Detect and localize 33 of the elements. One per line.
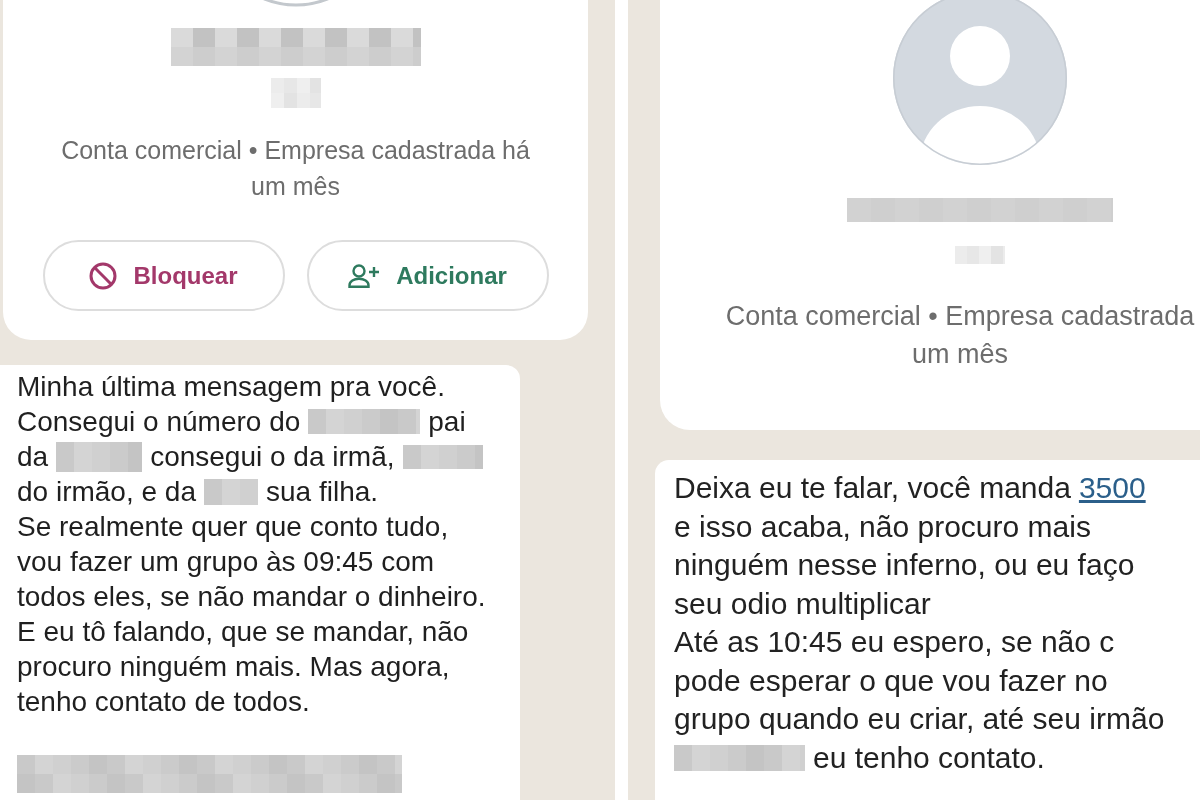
pixelated-blur [204, 478, 258, 505]
message-text: e isso acaba, não procuro mais [674, 509, 1091, 544]
message-text: Consegui o número do [17, 405, 301, 438]
number-link[interactable]: 3500 [1078, 471, 1146, 506]
message-text: consegui o da irmã, [150, 440, 395, 473]
message-text: todos eles, se não mandar o dinheiro. [17, 580, 486, 613]
profile-subtitle: um mês [912, 338, 1008, 371]
message-text: Minha última mensagem pra você. [17, 370, 445, 403]
message-text: grupo quando eu criar, até seu irmão [674, 702, 1165, 737]
message-text: da [17, 440, 49, 473]
profile-subtitle: um mês [251, 171, 340, 202]
message-text: Deixa eu te falar, você manda [674, 471, 1071, 506]
pixelated-blur [270, 78, 321, 108]
message-text: eu tenho contato. [813, 740, 1045, 775]
block-button[interactable]: Bloquear [42, 240, 285, 311]
message-text: pai [428, 405, 466, 438]
message-text: Até as 10:45 eu espero, se não c [674, 625, 1115, 660]
block-icon [89, 261, 118, 290]
profile-subtitle: Conta comercial • Empresa cadastrada [725, 300, 1195, 333]
message-text: tenho contato de todos. [17, 685, 310, 718]
add-person-icon [348, 263, 381, 288]
message-text: vou fazer um grupo às 09:45 com [17, 545, 435, 578]
pixelated-blur [955, 246, 1005, 264]
message-text: E eu tô falando, que se mandar, não [17, 615, 469, 648]
message-text: Se realmente quer que conto tudo, [17, 510, 449, 543]
add-contact-button[interactable]: Adicionar [306, 240, 549, 311]
message-text: pode esperar o que vou fazer no [674, 663, 1108, 698]
message-text: do irmão, e da [17, 475, 196, 508]
profile-subtitle: Conta comercial • Empresa cadastrada há [61, 135, 530, 166]
message-text: ninguém nesse inferno, ou eu faço [674, 548, 1135, 583]
message-text: sua filha. [266, 475, 379, 508]
message-text: seu odio multiplicar [674, 586, 931, 621]
message-text: procuro ninguém mais. Mas agora, [17, 650, 450, 683]
